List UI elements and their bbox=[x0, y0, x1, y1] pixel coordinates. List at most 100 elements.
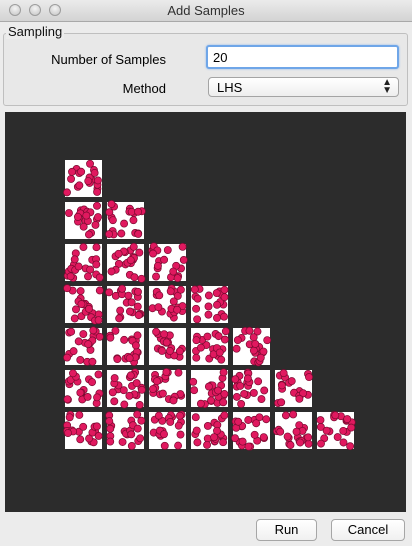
sample-point bbox=[105, 230, 114, 239]
sample-point bbox=[165, 347, 174, 355]
sample-point bbox=[204, 310, 213, 319]
sample-point bbox=[219, 368, 228, 377]
scatter-cell bbox=[149, 327, 186, 365]
sample-point bbox=[215, 348, 224, 357]
sample-point bbox=[125, 391, 134, 400]
sample-point bbox=[212, 289, 221, 298]
sample-point bbox=[296, 438, 305, 447]
sample-point bbox=[134, 207, 143, 216]
cancel-button[interactable]: Cancel bbox=[331, 519, 405, 541]
sample-point bbox=[244, 442, 253, 451]
run-button[interactable]: Run bbox=[256, 519, 317, 541]
sample-point bbox=[94, 370, 103, 379]
sample-point bbox=[243, 374, 252, 383]
sample-point bbox=[65, 413, 74, 422]
sample-point bbox=[240, 389, 249, 398]
sample-point bbox=[213, 300, 221, 309]
sample-point bbox=[152, 377, 161, 386]
sample-point bbox=[160, 255, 169, 264]
sample-point bbox=[126, 371, 135, 380]
sample-point bbox=[90, 169, 99, 177]
sample-point bbox=[76, 356, 85, 364]
sample-point bbox=[70, 314, 79, 323]
sample-point bbox=[106, 437, 115, 446]
sample-point bbox=[210, 433, 219, 442]
sample-point bbox=[295, 394, 304, 403]
sample-point bbox=[237, 400, 246, 408]
sample-point bbox=[166, 287, 175, 296]
sample-point bbox=[193, 294, 202, 303]
sample-point bbox=[127, 441, 136, 450]
sample-point bbox=[232, 392, 241, 401]
scatter-cell bbox=[232, 326, 272, 367]
sample-point bbox=[70, 255, 79, 264]
sample-point bbox=[126, 307, 134, 316]
sample-point bbox=[63, 395, 72, 404]
sample-point bbox=[108, 388, 117, 397]
sample-point bbox=[213, 314, 221, 322]
sample-point bbox=[63, 353, 72, 362]
sample-point bbox=[192, 304, 201, 313]
scatter-cell bbox=[63, 410, 103, 449]
sample-point bbox=[92, 260, 101, 269]
sample-point bbox=[179, 255, 188, 264]
sample-point bbox=[169, 267, 178, 276]
sample-point bbox=[252, 419, 261, 428]
sample-point bbox=[196, 343, 205, 352]
sample-point bbox=[63, 188, 71, 197]
sample-point bbox=[220, 293, 229, 302]
scatter-cell bbox=[191, 411, 229, 449]
sample-point bbox=[116, 306, 125, 315]
sample-point bbox=[192, 426, 201, 435]
sample-point bbox=[287, 377, 296, 386]
scatter-cell bbox=[63, 159, 102, 197]
sample-point bbox=[220, 390, 229, 398]
sample-point bbox=[176, 430, 185, 439]
scatter-cell bbox=[273, 410, 313, 449]
sample-point bbox=[68, 167, 76, 176]
sample-point bbox=[92, 243, 101, 252]
sample-point bbox=[279, 369, 288, 378]
title-bar[interactable]: Add Samples bbox=[0, 0, 412, 22]
sample-point bbox=[166, 418, 175, 426]
sample-point bbox=[317, 439, 325, 448]
sample-point bbox=[84, 230, 93, 239]
sample-point bbox=[245, 326, 254, 335]
sample-point bbox=[79, 222, 88, 231]
sample-point bbox=[220, 411, 229, 420]
sample-point bbox=[85, 434, 94, 443]
sample-point bbox=[120, 400, 129, 409]
sample-point bbox=[322, 426, 331, 435]
sample-point bbox=[251, 339, 260, 348]
sample-point bbox=[105, 417, 114, 426]
sample-point bbox=[84, 177, 93, 186]
scatter-cell bbox=[149, 410, 186, 450]
sample-point bbox=[73, 212, 82, 221]
sample-point bbox=[190, 285, 199, 294]
scatter-cell bbox=[63, 326, 104, 366]
sample-point bbox=[193, 315, 202, 324]
sample-point bbox=[79, 422, 88, 431]
scatter-cell bbox=[148, 284, 187, 323]
sample-point bbox=[131, 341, 140, 350]
sample-point bbox=[88, 378, 97, 387]
num-samples-input[interactable] bbox=[206, 45, 399, 69]
sample-point bbox=[263, 336, 272, 345]
sample-point bbox=[262, 415, 271, 424]
sample-point bbox=[277, 381, 286, 390]
sample-point bbox=[214, 332, 223, 341]
sample-point bbox=[113, 355, 122, 364]
sample-point bbox=[94, 316, 103, 325]
sample-point bbox=[129, 216, 138, 225]
sample-point bbox=[118, 284, 127, 293]
method-select[interactable]: LHS ▲ ▼ bbox=[208, 77, 399, 97]
scatter-cell bbox=[191, 327, 230, 365]
sample-point bbox=[86, 159, 94, 168]
sample-point bbox=[304, 439, 313, 448]
scatter-cell bbox=[106, 326, 144, 366]
sample-point bbox=[219, 438, 228, 447]
sample-point bbox=[250, 430, 259, 439]
sample-point bbox=[316, 416, 325, 425]
sample-point bbox=[236, 381, 245, 390]
sample-point bbox=[233, 336, 242, 345]
